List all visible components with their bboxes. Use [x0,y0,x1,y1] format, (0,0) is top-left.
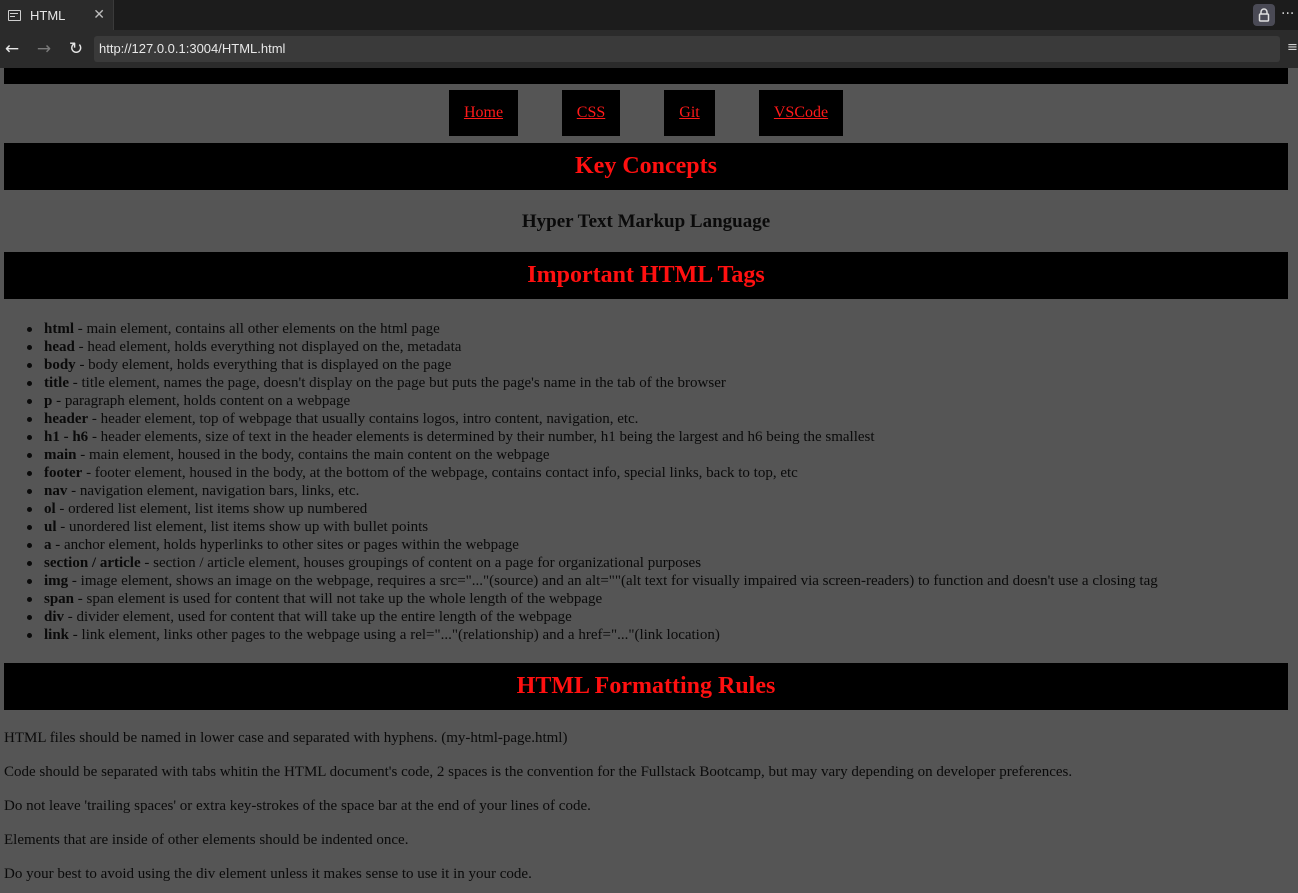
list-item: h1 - h6 - header elements, size of text … [27,428,1158,446]
page-content: Home CSS Git VSCode Key Concepts Hyper T… [0,68,1298,893]
lock-icon[interactable] [1253,4,1275,26]
tag-name: footer [44,465,83,481]
rule-paragraph: Code should be separated with tabs whiti… [4,764,1073,780]
tag-desc: - main element, housed in the body, cont… [76,447,550,463]
list-item: ul - unordered list element, list items … [27,518,1158,536]
tab-bar: HTML ✕ ··· [0,0,1298,30]
tag-desc: - divider element, used for content that… [64,609,572,625]
tag-name: header [44,411,89,427]
tag-name: section / article [44,555,141,571]
tag-name: h1 - h6 [44,429,89,445]
tag-name: title [44,375,69,391]
tag-desc: - title element, names the page, doesn't… [68,375,726,391]
nav-button-vscode[interactable]: VSCode [759,90,843,136]
list-item: img - image element, shows an image on t… [27,572,1158,590]
tags-list: html - main element, contains all other … [27,320,1158,644]
sidebar-menu-icon[interactable]: ≡ [1287,40,1298,55]
tag-desc: - body element, holds everything that is… [75,357,452,373]
tag-desc: - header element, top of webpage that us… [88,411,639,427]
rule-paragraph: HTML files should be named in lower case… [4,730,568,746]
list-item: div - divider element, used for content … [27,608,1158,626]
list-item: link - link element, links other pages t… [27,626,1158,644]
tag-desc: - span element is used for content that … [74,591,603,607]
tag-desc: - ordered list element, list items show … [55,501,368,517]
tag-name: div [44,609,65,625]
url-input[interactable]: http://127.0.0.1:3004/HTML.html [94,36,1280,62]
formatting-rules-heading: HTML Formatting Rules [4,663,1288,710]
list-item: html - main element, contains all other … [27,320,1158,338]
tag-desc: - paragraph element, holds content on a … [52,393,351,409]
list-item: header - header element, top of webpage … [27,410,1158,428]
nav-link-git[interactable]: Git [679,104,699,122]
tag-name: img [44,573,69,589]
tag-desc: - header elements, size of text in the h… [88,429,875,445]
list-item: body - body element, holds everything th… [27,356,1158,374]
reload-icon[interactable]: ↻ [66,38,86,60]
list-item: ol - ordered list element, list items sh… [27,500,1158,518]
tag-desc: - navigation element, navigation bars, l… [67,483,360,499]
key-concepts-heading: Key Concepts [4,143,1288,190]
tag-name: link [44,627,70,643]
tag-name: ul [44,519,57,535]
tag-name: span [44,591,75,607]
more-options-icon[interactable]: ··· [1281,4,1298,26]
list-item: main - main element, housed in the body,… [27,446,1158,464]
nav-button-home[interactable]: Home [449,90,518,136]
nav-link-home[interactable]: Home [464,104,503,122]
tag-name: a [44,537,52,553]
rule-paragraph: Do your best to avoid using the div elem… [4,866,532,882]
tag-desc: - section / article element, houses grou… [140,555,702,571]
page-icon [8,9,21,21]
close-tab-icon[interactable]: ✕ [93,6,105,24]
tag-name: body [44,357,76,373]
nav-link-vscode[interactable]: VSCode [774,104,828,122]
subtitle: Hyper Text Markup Language [521,211,771,232]
tag-desc: - main element, contains all other eleme… [74,321,440,337]
tag-name: main [44,447,77,463]
tag-desc: - unordered list element, list items sho… [56,519,429,535]
back-arrow-icon[interactable]: ← [2,38,22,60]
tag-desc: - footer element, housed in the body, at… [82,465,798,481]
list-item: title - title element, names the page, d… [27,374,1158,392]
list-item: section / article - section / article el… [27,554,1158,572]
list-item: a - anchor element, holds hyperlinks to … [27,536,1158,554]
tag-desc: - image element, shows an image on the w… [68,573,1158,589]
nav-link-css[interactable]: CSS [577,104,605,122]
important-tags-heading: Important HTML Tags [4,252,1288,299]
tab-title: HTML [30,7,66,23]
tag-name: nav [44,483,68,499]
tag-name: ol [44,501,56,517]
list-item: span - span element is used for content … [27,590,1158,608]
tag-desc: - link element, links other pages to the… [69,627,720,643]
list-item: nav - navigation element, navigation bar… [27,482,1158,500]
tag-name: html [44,321,74,337]
list-item: head - head element, holds everything no… [27,338,1158,356]
rule-paragraph: Elements that are inside of other elemen… [4,832,409,848]
list-item: p - paragraph element, holds content on … [27,392,1158,410]
nav-button-css[interactable]: CSS [562,90,620,136]
list-item: footer - footer element, housed in the b… [27,464,1158,482]
page-header-bar [4,68,1288,84]
nav-button-git[interactable]: Git [664,90,715,136]
address-bar-row: ← → ↻ http://127.0.0.1:3004/HTML.html ≡ [0,30,1298,68]
browser-tab[interactable]: HTML ✕ [0,0,114,30]
tag-desc: - anchor element, holds hyperlinks to ot… [51,537,519,553]
tag-name: head [44,339,75,355]
tag-desc: - head element, holds everything not dis… [74,339,462,355]
forward-arrow-icon[interactable]: → [34,38,54,60]
rule-paragraph: Do not leave 'trailing spaces' or extra … [4,798,591,814]
